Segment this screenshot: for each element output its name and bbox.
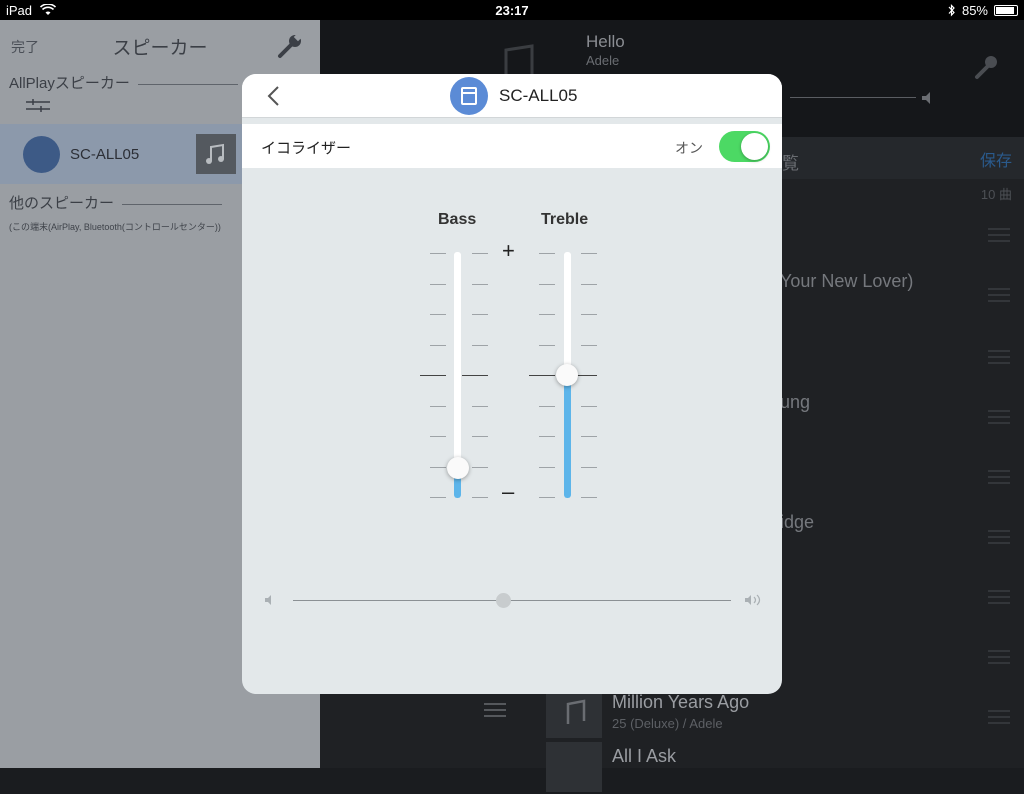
slider-tick [539,466,555,468]
slider-tick [529,375,555,376]
status-time: 23:17 [495,3,529,18]
modal-header: SC-ALL05 [242,74,782,118]
equalizer-settings-icon[interactable] [26,98,50,114]
bluetooth-icon [948,4,955,17]
slider-tick [472,344,488,346]
slider-tick [462,375,488,376]
current-song: Hello [586,32,625,51]
bass-slider-knob[interactable] [447,457,469,480]
plus-label: + [502,238,515,263]
slider-tick [472,283,488,285]
list-item[interactable]: All I Ask [546,742,1024,794]
slider-tick [539,283,555,285]
slider-tick [581,466,597,468]
slider-tick [430,497,446,498]
track-subtitle: 25 (Deluxe) / Adele [612,716,723,731]
slider-tick [539,253,555,254]
slider-tick [472,497,488,498]
treble-slider-fill [564,375,571,498]
slider-tick [430,283,446,285]
other-speakers-label: 他のスピーカー [9,192,223,213]
track-title: All I Ask [612,746,677,766]
slider-tick [539,436,555,437]
volume-icon [922,92,930,104]
volume-slider[interactable] [293,600,731,601]
volume-slider-knob[interactable] [496,593,512,608]
reorder-handle[interactable] [988,288,1010,306]
slider-tick [581,253,597,254]
music-note-icon [546,688,602,738]
track-title: Million Years Ago [612,692,750,712]
treble-slider-knob[interactable] [556,364,578,386]
equalizer-state: オン [675,140,703,156]
current-artist: Adele [586,53,620,68]
slider-tick [472,436,488,437]
reorder-handle[interactable] [988,650,1010,668]
allplay-section-label: AllPlayスピーカー [9,72,238,93]
slider-tick [539,344,555,346]
track-title[interactable]: Your New Lover) [780,271,913,292]
slider-tick [539,497,555,498]
status-right: 85% [948,3,1018,18]
track-title[interactable]: idge [780,512,814,533]
slider-tick [581,344,597,346]
other-speakers-sub: (この端末(AirPlay, Bluetooth(コントロールセンター)) [9,222,221,232]
speaker-name: SC-ALL05 [70,146,140,163]
bass-label: Bass [438,211,477,228]
modal-title: SC-ALL05 [499,86,578,105]
slider-tick [472,314,488,315]
wrench-icon[interactable] [974,54,1000,80]
reorder-handle[interactable] [988,228,1010,246]
speaker-panel-header: 完了 スピーカー [0,20,320,68]
album-art [546,742,602,792]
slider-tick [430,314,446,315]
treble-label: Treble [541,211,589,228]
speaker-icon [23,136,60,173]
track-title[interactable]: ung [780,392,810,413]
slider-tick [472,253,488,254]
slider-tick [430,405,446,407]
reorder-handle[interactable] [988,350,1010,368]
equalizer-toggle[interactable] [719,131,770,162]
reorder-handle[interactable] [988,470,1010,488]
speaker-icon [450,77,488,115]
slider-tick [581,405,597,407]
reorder-handle[interactable] [988,590,1010,608]
modal-title-group: SC-ALL05 [450,77,577,115]
list-item[interactable]: Million Years Ago 25 (Deluxe) / Adele [546,688,1024,740]
slider-tick [539,314,555,315]
track-count: 10 曲 [980,187,1012,202]
slider-tick [581,283,597,285]
queue-label: 覧 [782,154,799,173]
equalizer-row: イコライザー オン [242,124,782,168]
slider-tick [430,253,446,254]
wrench-icon[interactable] [276,32,304,60]
status-bar: iPad 23:17 85% [0,0,1024,20]
equalizer-modal: SC-ALL05 イコライザー オン Bass Treble + – [242,74,782,694]
slider-tick [420,375,446,376]
slider-tick [472,466,488,468]
slider-tick [430,466,446,468]
slider-tick [581,436,597,437]
slider-tick [430,344,446,346]
slider-tick [581,314,597,315]
volume-low-icon [265,595,271,605]
slider-tick [581,497,597,498]
battery-percent: 85% [961,3,988,18]
save-button[interactable]: 保存 [980,147,1012,171]
music-note-icon [196,134,236,174]
slider-tick [430,436,446,437]
speaker-panel-title: スピーカー [112,38,208,59]
reorder-handle[interactable] [988,410,1010,428]
volume-high-icon [745,594,761,606]
reorder-handle[interactable] [484,703,506,721]
slider-tick [472,405,488,407]
progress-slider[interactable] [790,97,916,98]
back-icon[interactable] [266,85,280,107]
slider-tick [539,405,555,407]
reorder-handle[interactable] [988,530,1010,548]
minus-label: – [502,479,515,504]
battery-icon [994,5,1018,16]
equalizer-label: イコライザー [261,140,352,157]
